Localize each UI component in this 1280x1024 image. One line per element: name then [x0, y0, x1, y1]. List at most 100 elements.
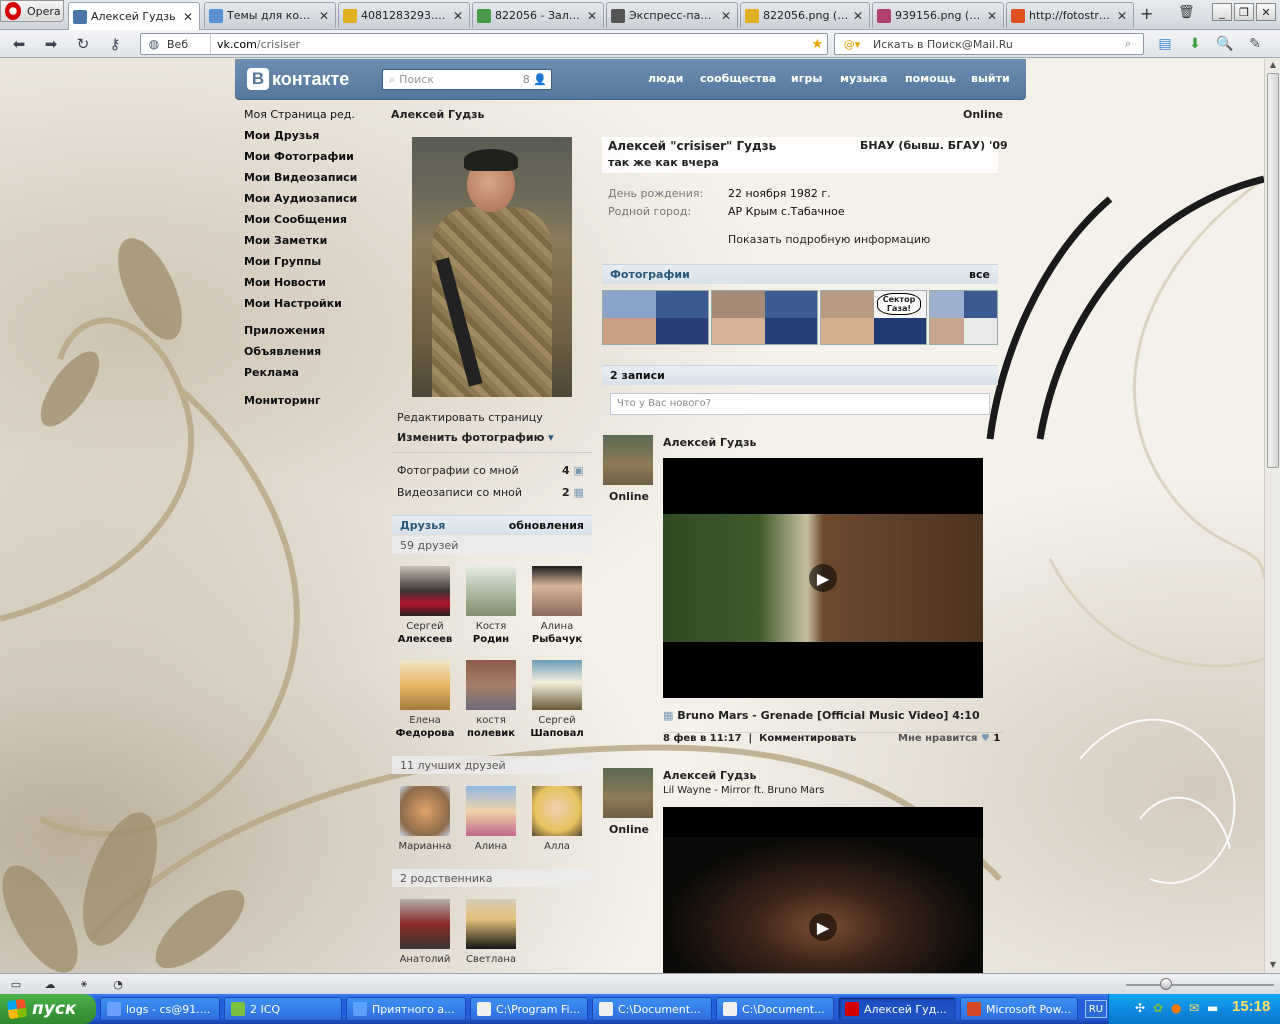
key-icon[interactable]: ⚷ — [106, 35, 124, 53]
taskbar-task[interactable]: logs - cs@91.... — [100, 997, 220, 1021]
browser-tab[interactable]: 822056 - Заливк... ✕ — [472, 2, 604, 28]
scroll-thumb[interactable] — [1267, 73, 1279, 468]
close-tab-icon[interactable]: ✕ — [453, 9, 465, 23]
play-icon[interactable]: ▶ — [809, 564, 837, 592]
friend-avatar[interactable] — [466, 786, 516, 836]
best-friends-title[interactable]: 11 лучших друзей — [392, 756, 592, 774]
taskbar-task[interactable]: C:\Document... — [716, 997, 834, 1021]
bookmark-star-icon[interactable]: ★ — [811, 37, 827, 52]
friend-avatar[interactable] — [532, 786, 582, 836]
zoom-slider-handle[interactable] — [1160, 978, 1172, 990]
vk-search-input[interactable]: ⌕ Поиск 8 👤 — [382, 69, 552, 90]
taskbar-task[interactable]: C:\Document... — [592, 997, 712, 1021]
profile-avatar[interactable] — [412, 137, 572, 397]
opera-menu-button[interactable]: Opera — [0, 0, 64, 22]
page-scrollbar[interactable]: ▲ ▼ — [1264, 59, 1280, 973]
left-menu-item[interactable]: Мои Аудиозаписи — [244, 192, 357, 205]
friend-card[interactable]: костя полевик — [458, 660, 524, 740]
change-photo-link[interactable]: Изменить фотографию ▾ — [397, 431, 554, 444]
turbo-icon[interactable]: ◔ — [110, 977, 126, 991]
friend-avatar[interactable] — [400, 660, 450, 710]
edit-link[interactable]: ред. — [330, 108, 355, 121]
friend-card[interactable]: Алина Рыбачук — [524, 566, 590, 646]
best-friend-card[interactable]: Алина — [458, 786, 524, 853]
close-tab-icon[interactable]: ✕ — [853, 9, 865, 23]
browser-tab[interactable]: 4081283293.png... ✕ — [338, 2, 470, 28]
my-page-link[interactable]: Моя Страница — [244, 108, 327, 121]
close-tab-icon[interactable]: ✕ — [587, 9, 599, 23]
play-icon[interactable]: ▶ — [809, 913, 837, 941]
edit-page-link[interactable]: Редактировать страницу — [397, 411, 543, 424]
forward-icon[interactable]: ➡ — [42, 35, 60, 53]
close-tab-icon[interactable]: ✕ — [987, 9, 999, 23]
close-tab-icon[interactable]: ✕ — [183, 10, 195, 24]
edit-icon[interactable]: ✎ — [1246, 35, 1264, 53]
clock[interactable]: 15:18 — [1232, 998, 1270, 1015]
scroll-down-icon[interactable]: ▼ — [1267, 960, 1279, 972]
best-friend-card[interactable]: Алла — [524, 786, 590, 853]
restore-icon[interactable]: ❐ — [1234, 3, 1254, 21]
feed-icon[interactable]: ▤ — [1156, 35, 1174, 53]
post-author-name[interactable]: Алексей Гудзь — [663, 436, 756, 449]
friends-updates-link[interactable]: обновления — [509, 519, 584, 532]
left-menu-item[interactable]: Мои Сообщения — [244, 213, 347, 226]
browser-tab[interactable]: 822056.png (128... ✕ — [740, 2, 870, 28]
new-tab-icon[interactable]: + — [1140, 4, 1153, 23]
left-menu-item[interactable]: Мои Группы — [244, 255, 321, 268]
left-menu-item[interactable]: Реклама — [244, 366, 299, 379]
taskbar-task[interactable]: Microsoft Pow... — [960, 997, 1078, 1021]
comment-link[interactable]: Комментировать — [759, 733, 856, 744]
video-player[interactable]: ▶ — [663, 807, 983, 973]
like-button[interactable]: Мне нравится ♥ 1 — [898, 733, 1000, 744]
flag-ru-icon[interactable]: ▬ — [1207, 1001, 1218, 1015]
friend-avatar[interactable] — [466, 660, 516, 710]
search-icon[interactable]: ⌕ — [1125, 37, 1143, 51]
closed-tabs-icon[interactable]: 🗑 — [1178, 5, 1195, 20]
vk-nav-link[interactable]: сообщества — [700, 72, 776, 85]
friend-card[interactable]: Костя Родин — [458, 566, 524, 646]
scroll-up-icon[interactable]: ▲ — [1267, 60, 1279, 72]
icq-tray-icon[interactable]: ✿ — [1153, 1001, 1163, 1015]
left-menu-item[interactable]: Мои Друзья — [244, 129, 319, 142]
friend-avatar[interactable] — [400, 899, 450, 949]
info-value[interactable]: АР Крым с.Табачное — [728, 205, 845, 218]
taskbar-task[interactable]: Алексей Гуд... — [838, 997, 956, 1021]
mail-tray-icon[interactable]: ✉ — [1189, 1001, 1199, 1015]
close-tab-icon[interactable]: ✕ — [1117, 9, 1129, 23]
close-tab-icon[interactable]: ✕ — [319, 9, 331, 23]
left-menu-item[interactable]: Мои Новости — [244, 276, 326, 289]
vk-nav-link[interactable]: люди — [648, 72, 683, 85]
close-tab-icon[interactable]: ✕ — [721, 9, 733, 23]
zoom-icon[interactable]: 🔍 — [1216, 35, 1234, 53]
video-player[interactable]: ▶ — [663, 458, 983, 698]
language-indicator[interactable]: RU — [1085, 1000, 1107, 1018]
vk-nav-link[interactable]: музыка — [840, 72, 887, 85]
left-menu-item[interactable]: Мои Фотографии — [244, 150, 354, 163]
show-more-link[interactable]: Показать подробную информацию — [728, 233, 930, 246]
left-menu-item[interactable]: Объявления — [244, 345, 321, 358]
videos-with-me-link[interactable]: Видеозаписи со мной — [397, 486, 522, 499]
photo-thumb[interactable] — [602, 290, 709, 345]
profile-status[interactable]: так же как вчера — [608, 156, 719, 169]
friends-header[interactable]: Друзья обновления — [392, 515, 592, 535]
address-field[interactable]: ◍ Веб vk.com/crisiser ★ — [140, 33, 828, 55]
vk-nav-link[interactable]: игры — [791, 72, 822, 85]
post-author-avatar[interactable] — [603, 435, 653, 485]
photo-thumb[interactable] — [929, 290, 998, 345]
left-menu-item[interactable]: Мои Заметки — [244, 234, 327, 247]
unite-icon[interactable]: ☁ — [42, 977, 58, 991]
tray-app-icon[interactable]: ● — [1171, 1001, 1181, 1015]
best-friend-card[interactable]: Марианна — [392, 786, 458, 853]
friend-avatar[interactable] — [532, 566, 582, 616]
friend-avatar[interactable] — [400, 786, 450, 836]
taskbar-task[interactable]: C:\Program Fi... — [470, 997, 588, 1021]
info-value[interactable]: 22 ноября 1982 г. — [728, 187, 831, 200]
reload-icon[interactable]: ↻ — [74, 35, 92, 53]
profile-university[interactable]: БНАУ (бывш. БГАУ) '09 — [860, 139, 1008, 152]
vk-nav-link[interactable]: выйти — [971, 72, 1010, 85]
friend-avatar[interactable] — [532, 660, 582, 710]
photos-header[interactable]: Фотографии все — [602, 264, 998, 284]
taskbar-task[interactable]: Приятного а... — [346, 997, 466, 1021]
download-icon[interactable]: ⬇ — [1186, 35, 1204, 53]
wall-post-input[interactable]: Что у Вас нового? — [610, 393, 990, 415]
